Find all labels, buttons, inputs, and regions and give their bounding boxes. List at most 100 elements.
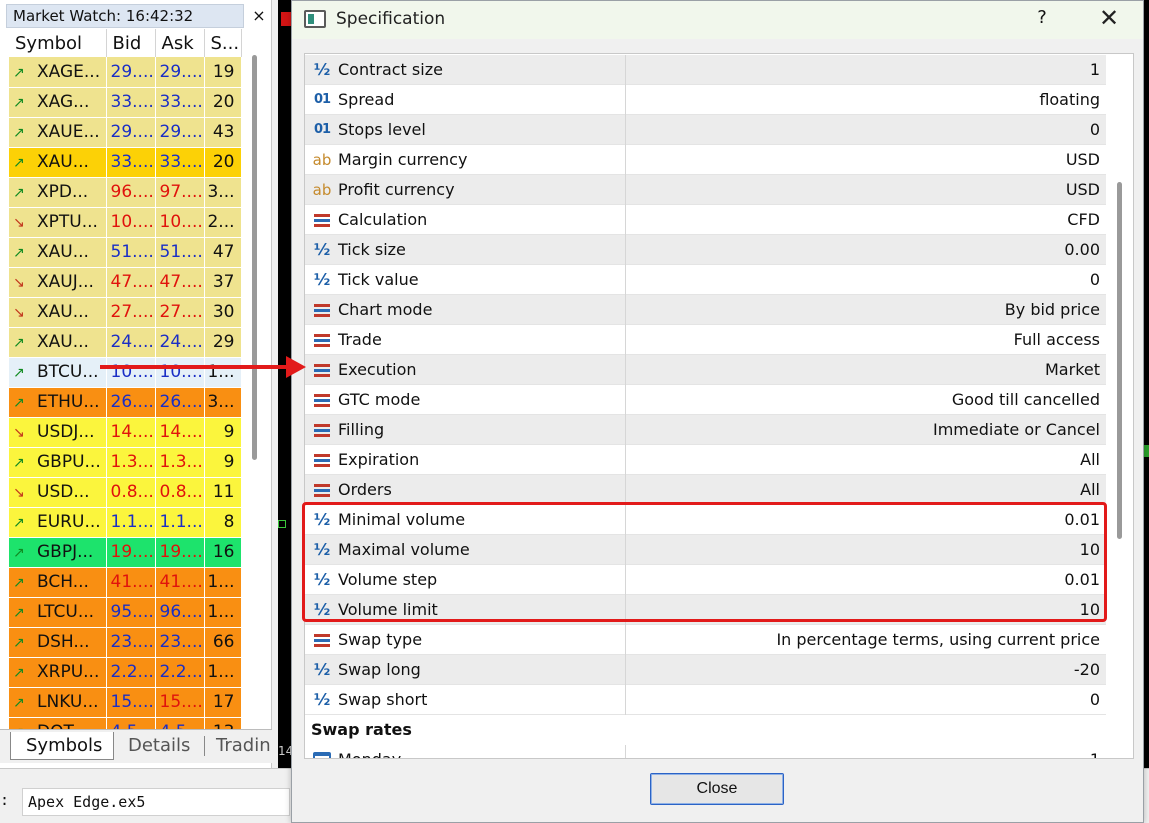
column-divider — [625, 565, 626, 595]
spec-row[interactable]: ½ Tick size 0.00 — [305, 235, 1106, 265]
table-row[interactable]: ↗ ETHU... 26.... 26.... 3... — [9, 387, 242, 418]
table-row[interactable]: ↗ XRPU... 2.2... 2.2... 1... — [9, 657, 242, 688]
spec-label: Filling — [338, 420, 385, 439]
close-button[interactable]: Close — [650, 773, 784, 805]
table-row[interactable]: ↘ USDJ... 14.... 14.... 9 — [9, 417, 242, 448]
table-row[interactable]: ↗ BTCU... 10.... 10.... 1... — [9, 357, 242, 388]
symbol-name: LTCU... — [37, 602, 95, 622]
spec-value: floating — [1039, 90, 1100, 109]
table-row[interactable]: ↗ BCH... 41.... 41.... 1... — [9, 567, 242, 598]
table-row[interactable]: ↘ XAUJ... 47.... 47.... 37 — [9, 267, 242, 298]
column-divider — [625, 145, 626, 175]
market-watch-title: Market Watch: 16:42:32 — [6, 4, 244, 28]
bid-cell: 29.... — [106, 57, 156, 88]
list-icon — [311, 630, 333, 650]
expert-advisor-field[interactable]: Apex Edge.ex5 — [22, 788, 290, 816]
table-row[interactable]: ↗ LTCU... 95.... 96.... 1... — [9, 597, 242, 628]
spec-row[interactable]: GTC mode Good till cancelled — [305, 385, 1106, 415]
spec-row[interactable]: Trade Full access — [305, 325, 1106, 355]
symbol-name: BCH... — [37, 572, 89, 592]
table-row[interactable]: ↗ XAU... 33.... 33.... 20 — [9, 147, 242, 178]
spec-row[interactable]: ½ Volume limit 10 — [305, 595, 1106, 625]
table-row[interactable]: ↗ XAU... 24.... 24.... 29 — [9, 327, 242, 358]
spec-row[interactable]: Orders All — [305, 475, 1106, 505]
spec-row[interactable]: ½ Tick value 0 — [305, 265, 1106, 295]
table-row[interactable]: ↗ XAUE... 29.... 29.... 43 — [9, 117, 242, 148]
table-row[interactable]: ↗ LNKU... 15.... 15.... 17 — [9, 687, 242, 718]
spec-row[interactable]: ½ Minimal volume 0.01 — [305, 505, 1106, 535]
table-row[interactable]: ↗ XPD... 96.... 97.... 3... — [9, 177, 242, 208]
table-row[interactable]: ↘ XPTU... 10.... 10.... 2... — [9, 207, 242, 238]
list-icon — [311, 450, 333, 470]
ask-cell: 15.... — [155, 687, 205, 718]
arrow-up-icon: ↗ — [13, 635, 25, 651]
table-row[interactable]: ↗ XAGE... 29.... 29.... 19 — [9, 57, 242, 88]
symbol-name: USD... — [37, 482, 90, 502]
column-divider — [625, 85, 626, 115]
arrow-up-icon: ↗ — [13, 605, 25, 621]
spec-row[interactable]: ½ Swap short 0 — [305, 685, 1106, 715]
arrow-up-icon: ↗ — [13, 665, 25, 681]
specification-scrollbar[interactable] — [1117, 182, 1122, 539]
spec-row[interactable]: ½ Contract size 1 — [305, 55, 1106, 85]
symbol-cell: ↘ USDJ... — [9, 417, 107, 448]
spec-row[interactable]: ½ Maximal volume 10 — [305, 535, 1106, 565]
spec-row[interactable]: Execution Market — [305, 355, 1106, 385]
column-divider — [625, 475, 626, 505]
help-button[interactable]: ? — [1032, 7, 1052, 28]
spec-label: Calculation — [338, 210, 428, 229]
spec-row[interactable]: 01 Spread floating — [305, 85, 1106, 115]
close-icon[interactable]: ✕ — [1092, 4, 1126, 32]
symbol-cell: ↗ XAG... — [9, 87, 107, 118]
fraction-icon: ½ — [313, 540, 331, 559]
spec-row[interactable]: 01 Stops level 0 — [305, 115, 1106, 145]
table-row[interactable]: ↗ GBPU... 1.3... 1.3... 9 — [9, 447, 242, 478]
spec-row[interactable]: ab Margin currency USD — [305, 145, 1106, 175]
tab-trading[interactable]: Tradin — [216, 732, 271, 760]
spec-row[interactable]: ab Profit currency USD — [305, 175, 1106, 205]
spec-value: CFD — [1067, 210, 1100, 229]
market-watch-close-icon[interactable]: × — [248, 4, 270, 28]
ask-cell: 96.... — [155, 597, 205, 628]
column-header-ask[interactable]: Ask — [155, 29, 205, 57]
list-icon — [311, 360, 333, 380]
market-watch-scrollbar[interactable] — [252, 55, 257, 460]
spec-row[interactable]: Filling Immediate or Cancel — [305, 415, 1106, 445]
table-row[interactable]: ↗ XAG... 33.... 33.... 20 — [9, 87, 242, 118]
market-watch-table: Symbol Bid Ask S... ↗ XAGE... 29.... 29....… — [9, 29, 242, 748]
tab-symbols[interactable]: Symbols — [10, 732, 114, 760]
symbol-name: XPD... — [37, 182, 89, 202]
expert-advisor-label: : — [0, 791, 10, 809]
table-row[interactable]: ↗ GBPJ... 19.... 19.... 16 — [9, 537, 242, 568]
arrow-down-icon: ↘ — [13, 425, 25, 441]
spec-row[interactable]: ½ Volume step 0.01 — [305, 565, 1106, 595]
spec-value: 0.01 — [1064, 510, 1100, 529]
spec-row[interactable]: ½ Swap long -20 — [305, 655, 1106, 685]
spec-value: 0.00 — [1064, 240, 1100, 259]
spec-value: 1 — [1089, 60, 1100, 79]
arrow-up-icon: ↗ — [13, 395, 25, 411]
spread-cell: 66 — [204, 627, 242, 658]
spread-cell: 9 — [204, 417, 242, 448]
column-header-symbol[interactable]: Symbol — [9, 29, 107, 57]
column-header-bid[interactable]: Bid — [106, 29, 156, 57]
spread-cell: 1... — [204, 657, 242, 688]
table-row[interactable]: ↘ XAU... 27.... 27.... 30 — [9, 297, 242, 328]
spec-row[interactable]: Calculation CFD — [305, 205, 1106, 235]
spec-row[interactable]: Swap type In percentage terms, using curr… — [305, 625, 1106, 655]
table-row[interactable]: ↗ EURU... 1.1... 1.1... 8 — [9, 507, 242, 538]
table-row[interactable]: ↗ DSH... 23.... 23.... 66 — [9, 627, 242, 658]
spec-row[interactable]: Expiration All — [305, 445, 1106, 475]
symbol-name: XAU... — [37, 152, 89, 172]
tab-details[interactable]: Details — [128, 732, 190, 760]
spec-row[interactable]: Chart mode By bid price — [305, 295, 1106, 325]
spread-cell: 1... — [204, 597, 242, 628]
column-header-spread[interactable]: S... — [204, 29, 242, 57]
column-divider — [625, 625, 626, 655]
spread-cell: 11 — [204, 477, 242, 508]
symbol-cell: ↗ DSH... — [9, 627, 107, 658]
spec-label: Tick size — [338, 240, 406, 259]
table-row[interactable]: ↘ USD... 0.8... 0.8... 11 — [9, 477, 242, 508]
spec-row[interactable]: Monday 1 — [305, 745, 1106, 758]
table-row[interactable]: ↗ XAU... 51.... 51.... 47 — [9, 237, 242, 268]
